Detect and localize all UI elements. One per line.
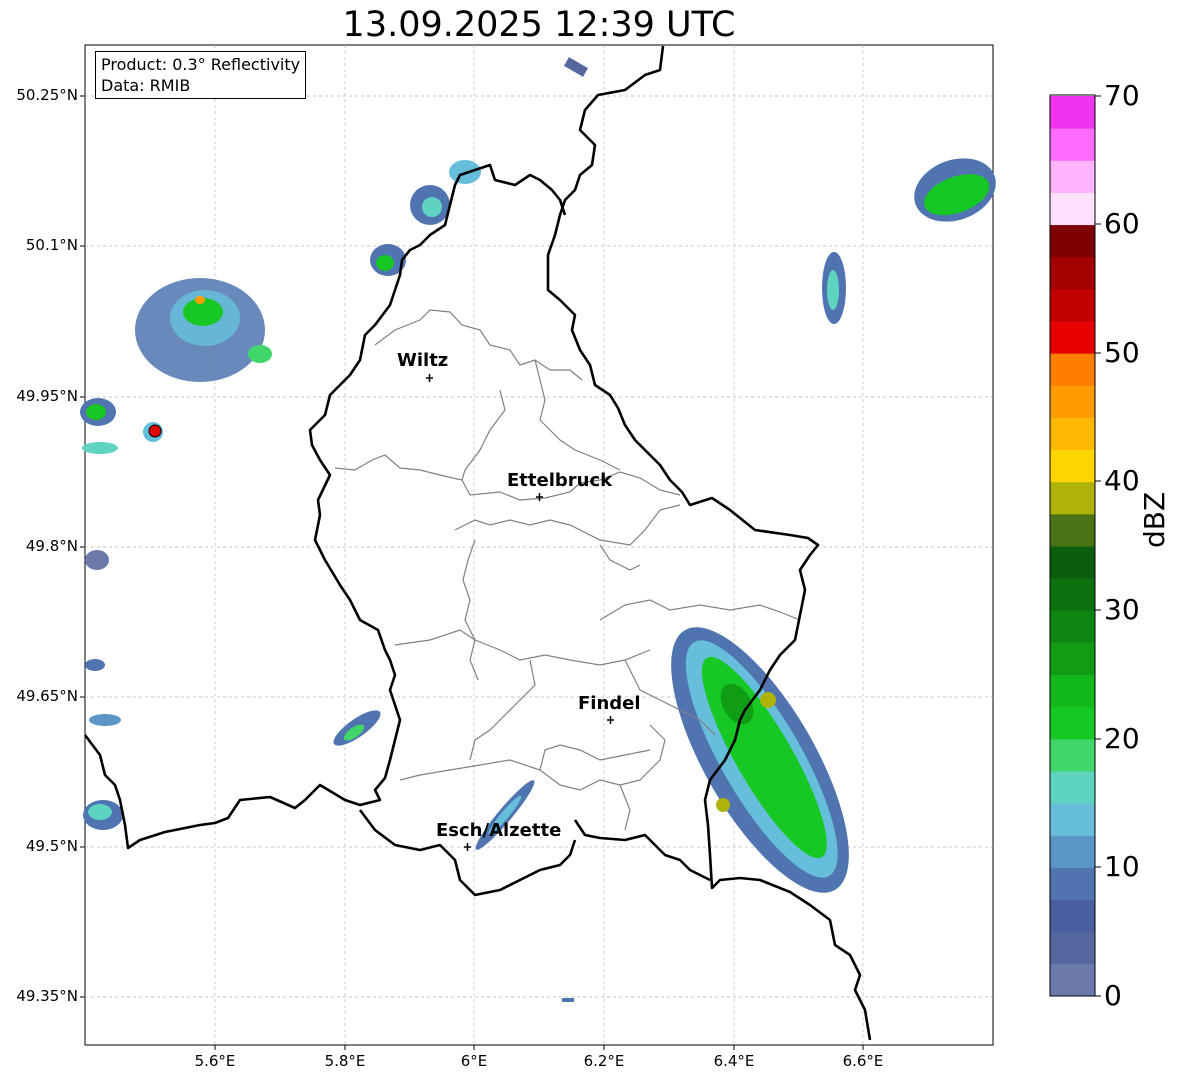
city-label-esch-alzette: Esch/Alzette bbox=[436, 820, 562, 841]
colorbar-segment bbox=[1050, 321, 1095, 354]
colorbar-segment bbox=[1050, 738, 1095, 772]
lat-label: 50.1°N bbox=[25, 236, 78, 254]
colorbar-segment bbox=[1050, 256, 1095, 290]
lon-label: 6.2°E bbox=[583, 1052, 625, 1070]
city-label-ettelbruck: Ettelbruck bbox=[507, 470, 613, 491]
data-source-label: Data: RMIB bbox=[101, 76, 191, 95]
colorbar-segment bbox=[1050, 128, 1095, 161]
colorbar-tick: 30 bbox=[1104, 593, 1140, 626]
colorbar-segment bbox=[1050, 963, 1095, 997]
lat-label: 49.65°N bbox=[16, 687, 78, 705]
city-label-findel: Findel bbox=[578, 693, 641, 714]
colorbar-tick: 60 bbox=[1104, 207, 1140, 240]
lon-label: 6°E bbox=[460, 1052, 488, 1070]
colorbar-segment bbox=[1050, 481, 1095, 515]
product-label: Product: 0.3° Reflectivity bbox=[101, 55, 301, 74]
city-label-wiltz: Wiltz bbox=[397, 350, 449, 371]
colorbar-segment bbox=[1050, 706, 1095, 740]
lon-label: 6.6°E bbox=[842, 1052, 884, 1070]
colorbar-tick: 20 bbox=[1104, 722, 1140, 755]
colorbar-segment bbox=[1050, 867, 1095, 901]
lat-label: 49.8°N bbox=[25, 537, 78, 555]
product-info-box: Product: 0.3° Reflectivity Data: RMIB bbox=[95, 51, 307, 99]
colorbar-segment bbox=[1050, 803, 1095, 836]
colorbar-label: dBZ bbox=[1138, 491, 1171, 548]
colorbar-segment bbox=[1050, 771, 1095, 804]
colorbar bbox=[1050, 96, 1095, 997]
colorbar-segment bbox=[1050, 385, 1095, 418]
colorbar-tick: 10 bbox=[1104, 850, 1140, 883]
lon-label: 5.8°E bbox=[324, 1052, 366, 1070]
colorbar-segment bbox=[1050, 449, 1095, 483]
colorbar-segment bbox=[1050, 578, 1095, 611]
colorbar-segment bbox=[1050, 192, 1095, 226]
colorbar-segment bbox=[1050, 546, 1095, 579]
colorbar-segment bbox=[1050, 417, 1095, 451]
lat-label: 49.35°N bbox=[16, 987, 78, 1005]
colorbar-segment bbox=[1050, 674, 1095, 708]
colorbar-segment bbox=[1050, 931, 1095, 965]
colorbar-segment bbox=[1050, 353, 1095, 386]
colorbar-segment bbox=[1050, 513, 1095, 547]
lat-label: 49.95°N bbox=[16, 387, 78, 405]
colorbar-segment bbox=[1050, 96, 1095, 129]
colorbar-segment bbox=[1050, 642, 1095, 676]
colorbar-segment bbox=[1050, 224, 1095, 258]
lat-label: 50.25°N bbox=[16, 86, 78, 104]
colorbar-segment bbox=[1050, 899, 1095, 933]
colorbar-tick: 70 bbox=[1104, 79, 1140, 112]
colorbar-segment bbox=[1050, 610, 1095, 643]
lat-label: 49.5°N bbox=[25, 837, 78, 855]
colorbar-segment bbox=[1050, 160, 1095, 193]
colorbar-tick: 50 bbox=[1104, 336, 1140, 369]
radar-map bbox=[80, 44, 1101, 1050]
colorbar-segment bbox=[1050, 288, 1095, 322]
lon-label: 5.6°E bbox=[194, 1052, 236, 1070]
radar-site-marker bbox=[148, 424, 162, 438]
colorbar-segment bbox=[1050, 835, 1095, 868]
lon-label: 6.4°E bbox=[713, 1052, 755, 1070]
colorbar-tick: 0 bbox=[1104, 979, 1122, 1012]
colorbar-tick: 40 bbox=[1104, 464, 1140, 497]
